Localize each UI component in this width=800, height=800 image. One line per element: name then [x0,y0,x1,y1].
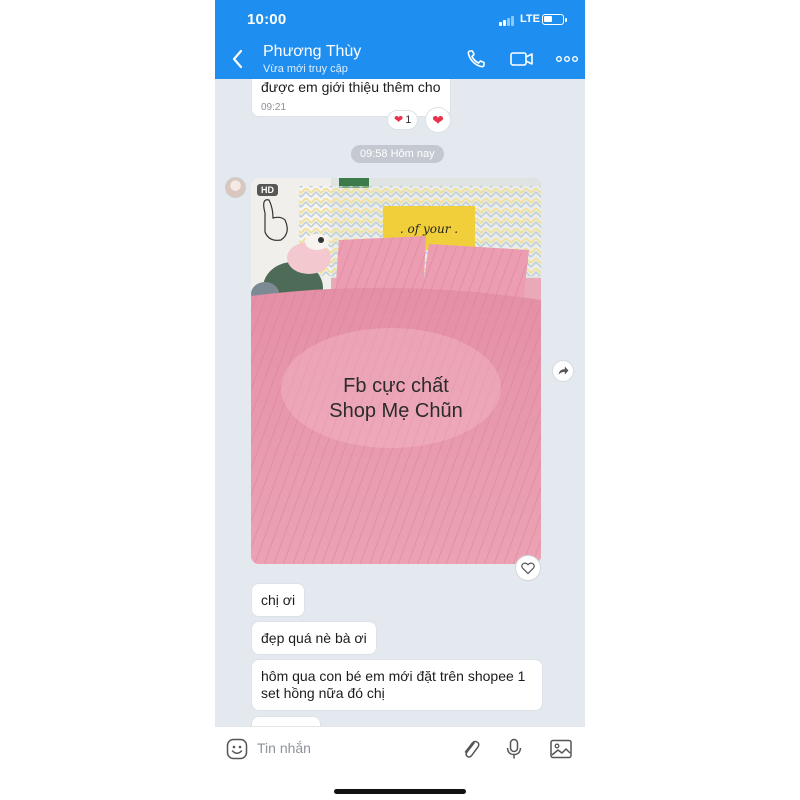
message-bubble-partial[interactable] [251,716,321,726]
share-icon[interactable] [552,360,574,382]
reaction-count[interactable]: ❤ 1 [387,110,419,130]
attachment-icon[interactable] [459,737,483,761]
react-heart-button[interactable]: ❤ [425,107,451,133]
message-input[interactable]: Tin nhắn [257,740,311,756]
message-composer: Tin nhắn [215,726,585,800]
network-label: LTE [520,13,540,25]
avatar[interactable] [225,177,246,198]
bedroom-photo: . of your . [251,178,541,564]
video-call-icon[interactable] [509,48,535,70]
battery-level [544,16,552,22]
phone-icon[interactable] [465,48,489,70]
like-heart-icon[interactable] [515,555,541,581]
message-bubble[interactable]: đẹp quá nè bà ơi [251,621,377,655]
back-icon[interactable] [227,46,249,72]
message-text: được em giới thiệu thêm cho [261,79,441,95]
message-text: đẹp quá nè bà ơi [261,630,367,646]
message-bubble[interactable]: hôm qua con bé em mới đặt trên shopee 1 … [251,659,543,711]
photo-message[interactable]: . of your . HD Fb cực chất Shop Mẹ Chũn [251,178,541,564]
contact-status: Vừa mới truy cập [263,63,348,75]
photo-caption-line2: Shop Mẹ Chũn [329,400,463,422]
message-bubble[interactable]: chị ơi [251,583,306,617]
chat-screen: 10:00 LTE Phương Thùy Vừa mới truy cập đ… [215,0,585,800]
contact-name[interactable]: Phương Thùy [263,43,361,61]
image-icon[interactable] [549,737,573,761]
signal-icon [499,15,515,26]
status-time: 10:00 [247,11,287,28]
more-icon[interactable] [555,48,579,70]
emoji-icon[interactable] [225,737,249,761]
battery-icon [542,14,567,25]
microphone-icon[interactable] [502,737,526,761]
reaction-count-value: 1 [405,114,412,126]
message-text: hôm qua con bé em mới đặt trên shopee 1 … [261,668,526,701]
heart-icon: ❤ [394,114,404,126]
home-indicator [334,789,466,794]
pillow-print: . of your . [400,222,458,236]
time-divider: 09:58 Hôm nay [351,145,444,163]
header-bar: 10:00 LTE Phương Thùy Vừa mới truy cập [215,0,585,79]
hd-badge: HD [257,184,278,196]
photo-caption-line1: Fb cực chất [343,375,449,397]
message-text: chị ơi [261,592,296,608]
message-bubble-previous[interactable]: được em giới thiệu thêm cho 09:21 [251,79,451,117]
message-list[interactable]: được em giới thiệu thêm cho 09:21 ❤ 1 ❤ 0… [215,79,585,726]
